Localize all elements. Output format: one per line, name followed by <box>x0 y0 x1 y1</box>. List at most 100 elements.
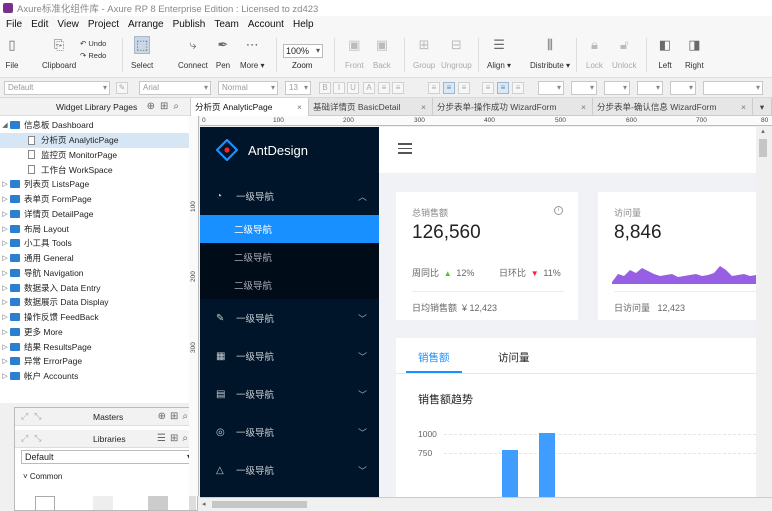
tree-item-accounts[interactable]: ▷ 帐户 Accounts <box>0 369 190 384</box>
distribute-button[interactable]: ⫼ Distribute ▾ <box>530 36 570 70</box>
antd-logo[interactable]: AntDesign <box>200 127 379 173</box>
undo-button[interactable]: ↶ Undo <box>80 39 106 48</box>
tree-item-more[interactable]: ▷ 更多 More <box>0 325 190 340</box>
pages-pane-actions[interactable]: ⊕⊞⌕ <box>147 101 184 112</box>
font-size-select[interactable]: 13 <box>285 81 311 95</box>
lock-button[interactable]: 🔒︎ Lock <box>586 36 603 70</box>
tab-wizardform-confirm[interactable]: 分步表单-确认信息 WizardForm × <box>593 98 753 116</box>
tab-basicdetail[interactable]: 基础详情页 BasicDetail × <box>309 98 433 116</box>
style-select[interactable]: Default <box>4 81 110 95</box>
front-button[interactable]: ▣ Front <box>345 36 364 70</box>
scroll-thumb[interactable] <box>759 139 767 157</box>
tree-item-listspage[interactable]: ▷ 列表页 ListsPage <box>0 177 190 192</box>
clipboard-button[interactable]: ⎘ Clipboard <box>42 36 76 70</box>
connect-button[interactable]: ⤷ Connect <box>178 36 208 70</box>
italic-icon[interactable]: I <box>333 82 345 94</box>
fill-color-select[interactable] <box>538 81 564 95</box>
widget-thumb[interactable] <box>148 496 168 510</box>
nav-subitem-2[interactable]: 二级导航 <box>200 243 379 271</box>
nav-group-1[interactable]: ◔ 一级导航 ︿ <box>200 177 379 215</box>
border-pattern-select[interactable] <box>637 81 663 95</box>
library-group-common[interactable]: ˅ Common <box>23 472 62 481</box>
tree-item-detailpage[interactable]: ▷ 详情页 DetailPage <box>0 207 190 222</box>
tree-item-monitorpage[interactable]: 监控页 MonitorPage <box>0 148 190 163</box>
close-icon[interactable]: × <box>421 98 426 116</box>
close-icon[interactable]: × <box>297 98 302 116</box>
collapse-arrow-icon[interactable]: ▷ <box>0 225 10 233</box>
line-spacing-icon[interactable]: ≡ <box>392 82 404 94</box>
menu-publish[interactable]: Publish <box>173 19 206 30</box>
widget-thumb[interactable] <box>35 496 55 510</box>
canvas-horizontal-scrollbar[interactable]: ◂ <box>200 497 772 511</box>
close-icon[interactable]: × <box>581 98 586 116</box>
font-select[interactable]: Arial <box>139 81 211 95</box>
bold-icon[interactable]: B <box>319 82 331 94</box>
file-button[interactable]: ▯ File <box>4 36 20 70</box>
menu-arrange[interactable]: Arrange <box>128 19 164 30</box>
style-edit-icon[interactable]: ✎ <box>116 82 128 94</box>
border-color-select[interactable] <box>571 81 597 95</box>
tab-list-dropdown[interactable]: ▾ <box>753 98 772 116</box>
tree-item-feedback[interactable]: ▷ 操作反馈 FeedBack <box>0 310 190 325</box>
nav-group-5[interactable]: ◎ 一级导航 ﹀ <box>200 413 379 451</box>
menu-fold-icon[interactable] <box>398 143 412 157</box>
bullet-list-icon[interactable]: ≡ <box>378 82 390 94</box>
close-icon[interactable]: × <box>741 98 746 116</box>
pane-dock-icons[interactable]: ⤢⤡ <box>21 433 47 444</box>
align-left-icon[interactable]: ≡ <box>428 82 440 94</box>
collapse-arrow-icon[interactable]: ▷ <box>0 298 10 306</box>
menu-view[interactable]: View <box>57 19 79 30</box>
menu-team[interactable]: Team <box>214 19 238 30</box>
tree-item-formpage[interactable]: ▷ 表单页 FormPage <box>0 192 190 207</box>
collapse-arrow-icon[interactable]: ▷ <box>0 284 10 292</box>
expand-arrow-icon[interactable]: ◢ <box>0 121 10 129</box>
tree-item-data-entry[interactable]: ▷ 数据录入 Data Entry <box>0 280 190 295</box>
valign-top-icon[interactable]: ≡ <box>482 82 494 94</box>
nav-group-2[interactable]: ✎ 一级导航 ﹀ <box>200 299 379 337</box>
align-center-icon[interactable]: ≡ <box>443 82 455 94</box>
collapse-arrow-icon[interactable]: ▷ <box>0 210 10 218</box>
zoom-select[interactable]: 100% <box>283 44 323 58</box>
collapse-arrow-icon[interactable]: ▷ <box>0 195 10 203</box>
nav-group-3[interactable]: ▦ 一级导航 ﹀ <box>200 337 379 375</box>
font-weight-select[interactable]: Normal <box>218 81 278 95</box>
collapse-arrow-icon[interactable]: ▷ <box>0 180 10 188</box>
widget-thumb[interactable] <box>93 496 113 510</box>
left-pane-toggle-button[interactable]: ◧ Left <box>657 36 673 70</box>
tree-item-workspace[interactable]: 工作台 WorkSpace <box>0 162 190 177</box>
info-icon[interactable]: i <box>554 206 563 215</box>
tree-item-resultspage[interactable]: ▷ 结果 ResultsPage <box>0 339 190 354</box>
menu-account[interactable]: Account <box>248 19 284 30</box>
chart-bar[interactable] <box>539 433 555 497</box>
extra-format-select[interactable] <box>703 81 763 95</box>
group-button[interactable]: ⊞ Group <box>413 36 435 70</box>
border-thickness-select[interactable] <box>604 81 630 95</box>
right-pane-toggle-button[interactable]: ◨ Right <box>685 36 704 70</box>
ungroup-button[interactable]: ⊟ Ungroup <box>441 36 472 70</box>
nav-group-6[interactable]: △ 一级导航 ﹀ <box>200 451 379 489</box>
unlock-button[interactable]: 🔓︎ Unlock <box>612 36 636 70</box>
select-button[interactable]: ⬚ Select <box>131 36 153 70</box>
align-button[interactable]: ☰ Align ▾ <box>487 36 511 70</box>
tab-analyticpage[interactable]: 分析页 AnalyticPage × <box>191 98 309 116</box>
tree-item-navigation[interactable]: ▷ 导航 Navigation <box>0 266 190 281</box>
chart-bar[interactable] <box>502 449 518 497</box>
tree-item-layout[interactable]: ▷ 布局 Layout <box>0 221 190 236</box>
back-button[interactable]: ▣ Back <box>373 36 391 70</box>
scroll-left-icon[interactable]: ◂ <box>202 500 206 508</box>
scroll-up-icon[interactable]: ▴ <box>756 127 770 135</box>
design-canvas[interactable]: AntDesign ◔ 一级导航 ︿ 二级导航 二级导航 二级导航 ✎ 一级导航… <box>200 127 756 497</box>
tree-item-data-display[interactable]: ▷ 数据展示 Data Display <box>0 295 190 310</box>
menu-file[interactable]: File <box>6 19 22 30</box>
menu-project[interactable]: Project <box>88 19 119 30</box>
collapse-arrow-icon[interactable]: ▷ <box>0 254 10 262</box>
valign-middle-icon[interactable]: ≡ <box>497 82 509 94</box>
tab-wizardform-success[interactable]: 分步表单-操作成功 WizardForm × <box>433 98 593 116</box>
nav-subitem-1[interactable]: 二级导航 <box>200 215 379 243</box>
nav-group-4[interactable]: ▤ 一级导航 ﹀ <box>200 375 379 413</box>
scroll-thumb[interactable] <box>212 501 307 508</box>
collapse-arrow-icon[interactable]: ▷ <box>0 357 10 365</box>
menu-edit[interactable]: Edit <box>31 19 48 30</box>
pen-button[interactable]: ✒ Pen <box>215 36 231 70</box>
collapse-arrow-icon[interactable]: ▷ <box>0 328 10 336</box>
